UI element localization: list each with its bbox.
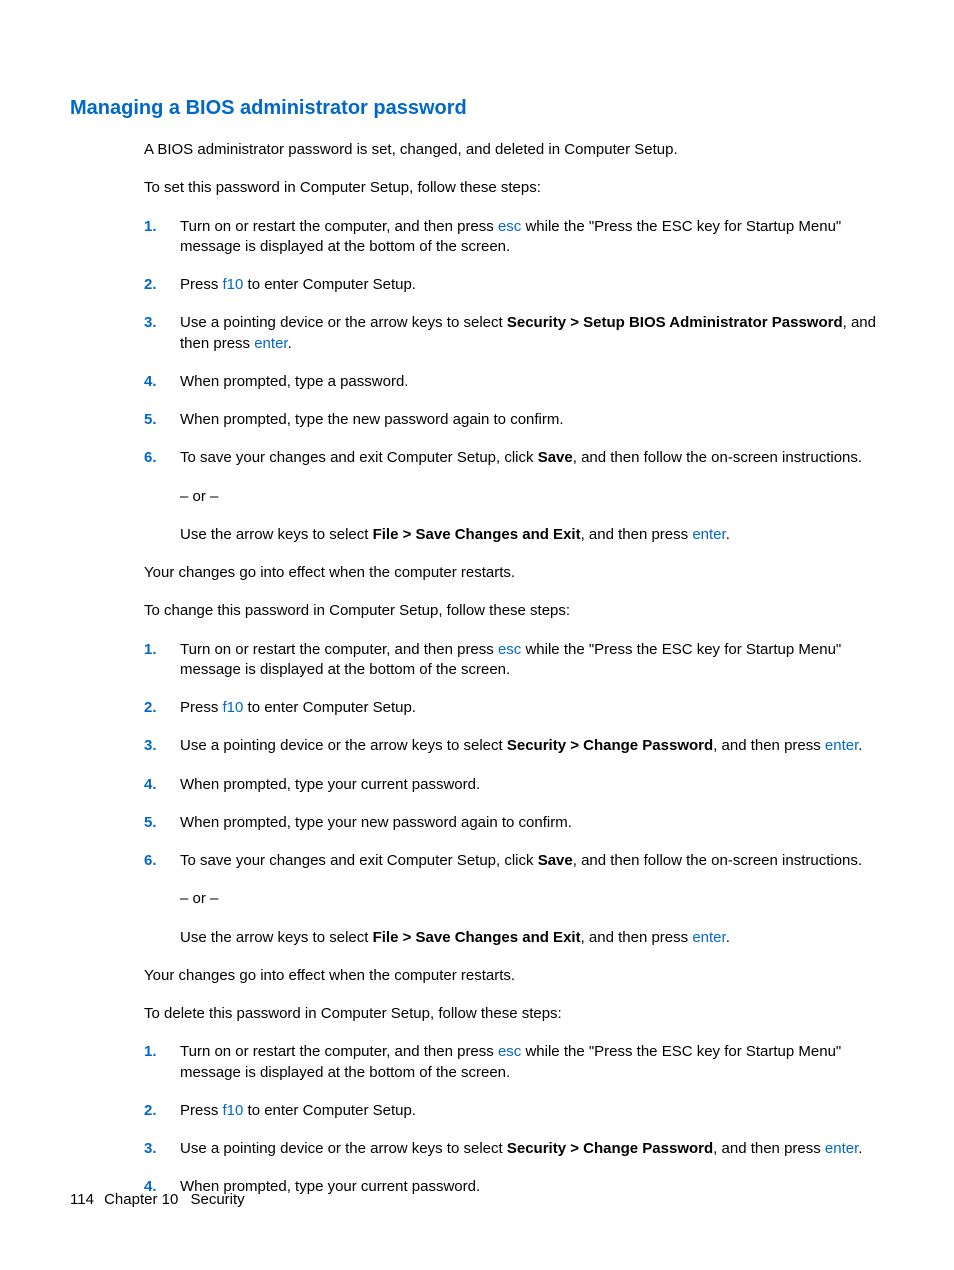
key-enter: enter	[825, 737, 858, 754]
step-number: 1.	[144, 217, 180, 258]
key-f10: f10	[223, 1102, 244, 1119]
key-f10: f10	[223, 276, 244, 293]
chapter-label: Chapter 10	[104, 1191, 178, 1208]
list-item: 2. Press f10 to enter Computer Setup.	[144, 1101, 884, 1121]
step-text: Turn on or restart the computer, and the…	[180, 1042, 884, 1083]
delete-password-steps: 1. Turn on or restart the computer, and …	[144, 1042, 884, 1197]
step-text: Use a pointing device or the arrow keys …	[180, 1139, 884, 1159]
list-item: 3. Use a pointing device or the arrow ke…	[144, 313, 884, 354]
save-label: Save	[538, 449, 573, 466]
after-change-note: Your changes go into effect when the com…	[144, 966, 884, 986]
step-text: Press f10 to enter Computer Setup.	[180, 698, 884, 718]
step-number: 2.	[144, 698, 180, 718]
delete-password-intro: To delete this password in Computer Setu…	[144, 1004, 884, 1024]
step-text: To save your changes and exit Computer S…	[180, 851, 884, 948]
page-number: 114	[70, 1191, 94, 1208]
menu-path: File > Save Changes and Exit	[373, 929, 581, 946]
step-number: 2.	[144, 1101, 180, 1121]
set-password-steps: 1. Turn on or restart the computer, and …	[144, 217, 884, 546]
step-text: To save your changes and exit Computer S…	[180, 448, 884, 545]
menu-path: Security > Change Password	[507, 737, 713, 754]
step-number: 4.	[144, 372, 180, 392]
section-label: Security	[190, 1191, 244, 1208]
step-text: When prompted, type your current passwor…	[180, 775, 884, 795]
step-text: When prompted, type your new password ag…	[180, 813, 884, 833]
step-text: Press f10 to enter Computer Setup.	[180, 275, 884, 295]
list-item: 5. When prompted, type the new password …	[144, 410, 884, 430]
menu-path: Security > Change Password	[507, 1140, 713, 1157]
menu-path: File > Save Changes and Exit	[373, 526, 581, 543]
menu-path: Security > Setup BIOS Administrator Pass…	[507, 314, 843, 331]
step-number: 6.	[144, 851, 180, 948]
step-number: 5.	[144, 410, 180, 430]
change-password-steps: 1. Turn on or restart the computer, and …	[144, 640, 884, 948]
key-enter: enter	[254, 335, 287, 352]
list-item: 4. When prompted, type your current pass…	[144, 775, 884, 795]
list-item: 2. Press f10 to enter Computer Setup.	[144, 698, 884, 718]
list-item: 6. To save your changes and exit Compute…	[144, 851, 884, 948]
key-enter: enter	[692, 929, 725, 946]
step-text: Use a pointing device or the arrow keys …	[180, 736, 884, 756]
save-label: Save	[538, 852, 573, 869]
step-text: When prompted, type the new password aga…	[180, 410, 884, 430]
list-item: 3. Use a pointing device or the arrow ke…	[144, 1139, 884, 1159]
after-set-note: Your changes go into effect when the com…	[144, 563, 884, 583]
page-footer: 114 Chapter 10 Security	[70, 1190, 245, 1210]
or-separator: – or –	[180, 487, 884, 507]
step-text: Turn on or restart the computer, and the…	[180, 217, 884, 258]
list-item: 1. Turn on or restart the computer, and …	[144, 640, 884, 681]
list-item: 4. When prompted, type a password.	[144, 372, 884, 392]
step-text: When prompted, type a password.	[180, 372, 884, 392]
step-number: 6.	[144, 448, 180, 545]
key-esc: esc	[498, 1043, 521, 1060]
step-number: 4.	[144, 775, 180, 795]
list-item: 6. To save your changes and exit Compute…	[144, 448, 884, 545]
body: A BIOS administrator password is set, ch…	[144, 140, 884, 1198]
step-text: Press f10 to enter Computer Setup.	[180, 1101, 884, 1121]
list-item: 1. Turn on or restart the computer, and …	[144, 1042, 884, 1083]
key-esc: esc	[498, 641, 521, 658]
step-text: Turn on or restart the computer, and the…	[180, 640, 884, 681]
key-enter: enter	[825, 1140, 858, 1157]
step-text: Use a pointing device or the arrow keys …	[180, 313, 884, 354]
step-number: 1.	[144, 640, 180, 681]
set-password-intro: To set this password in Computer Setup, …	[144, 178, 884, 198]
list-item: 2. Press f10 to enter Computer Setup.	[144, 275, 884, 295]
step-text: When prompted, type your current passwor…	[180, 1177, 884, 1197]
list-item: 3. Use a pointing device or the arrow ke…	[144, 736, 884, 756]
or-separator: – or –	[180, 889, 884, 909]
step-number: 1.	[144, 1042, 180, 1083]
list-item: 5. When prompted, type your new password…	[144, 813, 884, 833]
key-enter: enter	[692, 526, 725, 543]
list-item: 1. Turn on or restart the computer, and …	[144, 217, 884, 258]
step-number: 2.	[144, 275, 180, 295]
section-heading: Managing a BIOS administrator password	[70, 95, 884, 122]
page: Managing a BIOS administrator password A…	[0, 0, 954, 1270]
step-number: 3.	[144, 1139, 180, 1159]
key-esc: esc	[498, 218, 521, 235]
list-item: 4. When prompted, type your current pass…	[144, 1177, 884, 1197]
step-number: 3.	[144, 736, 180, 756]
step-number: 5.	[144, 813, 180, 833]
step-number: 3.	[144, 313, 180, 354]
change-password-intro: To change this password in Computer Setu…	[144, 601, 884, 621]
key-f10: f10	[223, 699, 244, 716]
intro-paragraph: A BIOS administrator password is set, ch…	[144, 140, 884, 160]
